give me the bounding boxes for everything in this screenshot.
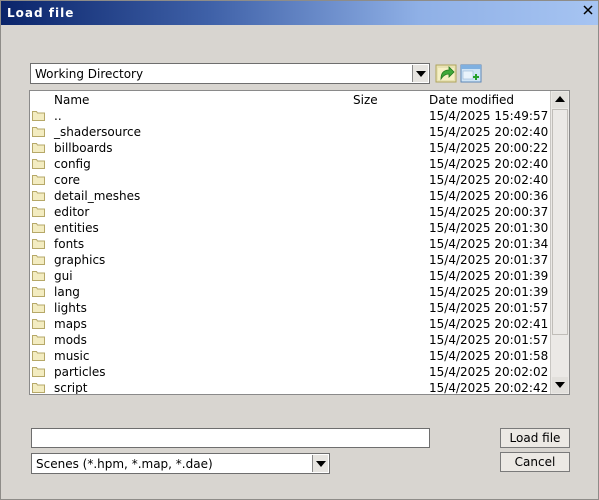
folder-icon <box>32 111 45 121</box>
item-name: _shadersource <box>54 125 141 139</box>
folder-up-icon[interactable] <box>435 62 457 84</box>
list-rows: .. 15/4/2025 15:49:57 _shadersource 15/4… <box>30 108 551 395</box>
item-date: 15/4/2025 20:01:39 <box>429 285 549 299</box>
item-name: config <box>54 157 91 171</box>
item-date: 15/4/2025 20:02:02 <box>429 365 549 379</box>
location-combo[interactable]: Working Directory <box>30 63 430 84</box>
list-item[interactable]: music 15/4/2025 20:01:58 <box>30 348 551 364</box>
new-folder-icon[interactable] <box>460 62 482 84</box>
folder-icon <box>32 223 45 233</box>
list-item[interactable]: script 15/4/2025 20:02:42 <box>30 380 551 395</box>
folder-icon <box>32 143 45 153</box>
folder-icon <box>32 239 45 249</box>
list-item[interactable]: core 15/4/2025 20:02:40 <box>30 172 551 188</box>
scroll-up-icon[interactable] <box>552 92 568 108</box>
item-name: mods <box>54 333 87 347</box>
file-type-filter-value: Scenes (*.hpm, *.map, *.dae) <box>36 457 213 471</box>
item-name: music <box>54 349 90 363</box>
folder-icon <box>32 191 45 201</box>
folder-icon <box>32 127 45 137</box>
item-date: 15/4/2025 20:02:40 <box>429 157 549 171</box>
item-date: 15/4/2025 20:00:37 <box>429 205 549 219</box>
scroll-down-icon[interactable] <box>552 377 568 393</box>
list-item[interactable]: fonts 15/4/2025 20:01:34 <box>30 236 551 252</box>
list-item[interactable]: detail_meshes 15/4/2025 20:00:36 <box>30 188 551 204</box>
window-title: Load file <box>7 6 75 20</box>
item-name: gui <box>54 269 73 283</box>
chevron-down-icon[interactable] <box>312 455 328 472</box>
item-date: 15/4/2025 20:01:30 <box>429 221 549 235</box>
file-list[interactable]: Name Size Date modified .. 15/4/2025 15:… <box>29 90 570 395</box>
item-date: 15/4/2025 20:01:37 <box>429 253 549 267</box>
filename-input[interactable] <box>31 428 430 448</box>
item-date: 15/4/2025 20:00:36 <box>429 189 549 203</box>
item-name: lang <box>54 285 80 299</box>
list-item[interactable]: lang 15/4/2025 20:01:39 <box>30 284 551 300</box>
list-item[interactable]: particles 15/4/2025 20:02:02 <box>30 364 551 380</box>
item-name: editor <box>54 205 90 219</box>
list-item[interactable]: editor 15/4/2025 20:00:37 <box>30 204 551 220</box>
folder-icon <box>32 287 45 297</box>
folder-icon <box>32 207 45 217</box>
list-item[interactable]: lights 15/4/2025 20:01:57 <box>30 300 551 316</box>
folder-icon <box>32 271 45 281</box>
item-name: .. <box>54 109 62 123</box>
item-date: 15/4/2025 20:02:40 <box>429 125 549 139</box>
item-name: script <box>54 381 88 395</box>
item-date: 15/4/2025 20:01:58 <box>429 349 549 363</box>
list-item[interactable]: gui 15/4/2025 20:01:39 <box>30 268 551 284</box>
item-date: 15/4/2025 20:01:39 <box>429 269 549 283</box>
list-item[interactable]: graphics 15/4/2025 20:01:37 <box>30 252 551 268</box>
item-name: detail_meshes <box>54 189 141 203</box>
item-name: graphics <box>54 253 106 267</box>
list-item[interactable]: maps 15/4/2025 20:02:41 <box>30 316 551 332</box>
item-date: 15/4/2025 20:01:57 <box>429 301 549 315</box>
load-file-button[interactable]: Load file <box>500 428 570 448</box>
list-item[interactable]: _shadersource 15/4/2025 20:02:40 <box>30 124 551 140</box>
item-date: 15/4/2025 20:02:42 <box>429 381 549 395</box>
scrollbar-thumb[interactable] <box>552 109 568 335</box>
folder-icon <box>32 175 45 185</box>
folder-icon <box>32 319 45 329</box>
folder-icon <box>32 255 45 265</box>
folder-icon <box>32 303 45 313</box>
item-name: particles <box>54 365 106 379</box>
item-name: lights <box>54 301 87 315</box>
column-header-size[interactable]: Size <box>353 93 378 107</box>
item-date: 15/4/2025 15:49:57 <box>429 109 549 123</box>
column-header-name[interactable]: Name <box>54 93 89 107</box>
list-item[interactable]: entities 15/4/2025 20:01:30 <box>30 220 551 236</box>
column-header-date[interactable]: Date modified <box>429 93 514 107</box>
vertical-scrollbar[interactable] <box>550 91 569 394</box>
item-date: 15/4/2025 20:01:57 <box>429 333 549 347</box>
list-item[interactable]: mods 15/4/2025 20:01:57 <box>30 332 551 348</box>
folder-icon <box>32 159 45 169</box>
load-file-dialog: Load file Working Directory Name Size Da… <box>0 0 599 500</box>
chevron-down-icon[interactable] <box>412 65 428 82</box>
list-item[interactable]: config 15/4/2025 20:02:40 <box>30 156 551 172</box>
item-name: entities <box>54 221 99 235</box>
folder-icon <box>32 383 45 393</box>
item-name: fonts <box>54 237 85 251</box>
title-bar[interactable]: Load file <box>1 1 598 25</box>
item-name: maps <box>54 317 87 331</box>
cancel-button[interactable]: Cancel <box>500 452 570 472</box>
folder-icon <box>32 335 45 345</box>
item-date: 15/4/2025 20:02:40 <box>429 173 549 187</box>
list-header: Name Size Date modified <box>30 91 551 108</box>
list-item[interactable]: billboards 15/4/2025 20:00:22 <box>30 140 551 156</box>
list-item[interactable]: .. 15/4/2025 15:49:57 <box>30 108 551 124</box>
item-date: 15/4/2025 20:01:34 <box>429 237 549 251</box>
location-combo-value: Working Directory <box>35 67 144 81</box>
item-date: 15/4/2025 20:02:41 <box>429 317 549 331</box>
item-date: 15/4/2025 20:00:22 <box>429 141 549 155</box>
item-name: billboards <box>54 141 113 155</box>
folder-icon <box>32 351 45 361</box>
file-type-filter-combo[interactable]: Scenes (*.hpm, *.map, *.dae) <box>31 453 330 474</box>
item-name: core <box>54 173 80 187</box>
folder-icon <box>32 367 45 377</box>
close-icon[interactable] <box>583 5 593 15</box>
